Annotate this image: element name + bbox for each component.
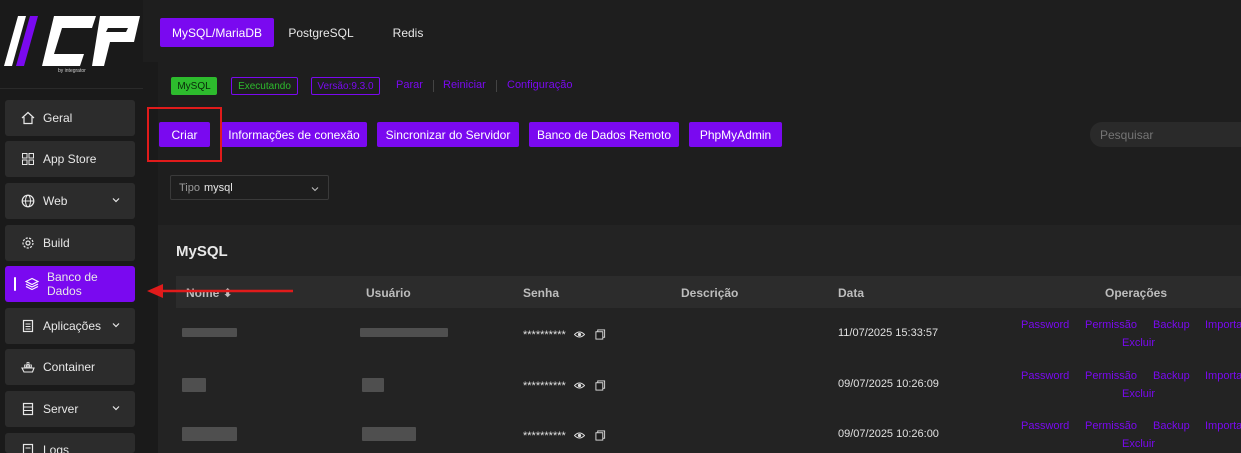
copy-icon[interactable] <box>595 329 606 340</box>
import-link[interactable]: Importar <box>1205 420 1241 432</box>
row-date: 11/07/2025 15:33:57 <box>838 327 939 339</box>
document-icon <box>21 319 35 333</box>
password-mask: ********** <box>523 329 566 341</box>
globe-icon <box>21 194 35 208</box>
connection-info-button[interactable]: Informações de conexão <box>221 122 367 147</box>
sidebar-item-build[interactable]: Build <box>5 225 135 261</box>
type-select-value: mysql <box>204 181 233 194</box>
eye-icon[interactable] <box>574 329 585 340</box>
type-select[interactable]: Tipo mysql <box>170 175 329 200</box>
annotation-arrow <box>147 284 293 298</box>
copy-icon[interactable] <box>595 380 606 391</box>
password-mask: ********** <box>523 430 566 442</box>
configuration-link[interactable]: Configuração <box>507 79 572 91</box>
sidebar-item-label: Build <box>43 236 70 250</box>
delete-link[interactable]: Excluir <box>1122 337 1155 349</box>
version-badge: Versão:9.3.0 <box>311 77 380 95</box>
redacted-user <box>362 378 384 392</box>
password-link[interactable]: Password <box>1021 420 1069 432</box>
create-highlight-box <box>147 107 222 162</box>
eye-icon[interactable] <box>574 380 585 391</box>
chevron-down-icon <box>311 187 319 192</box>
redacted-user <box>360 328 448 337</box>
sidebar-item-label: Geral <box>43 111 73 125</box>
backup-link[interactable]: Backup <box>1153 420 1190 432</box>
sidebar-item-label: Banco de Dados <box>47 270 98 298</box>
column-header-description: Descrição <box>681 286 739 300</box>
sidebar-item-server[interactable]: Server <box>5 391 135 427</box>
sync-from-server-button[interactable]: Sincronizar do Servidor <box>377 122 519 147</box>
sidebar-item-label: Aplicações <box>43 319 102 333</box>
tab-mysql-mariadb[interactable]: MySQL/MariaDB <box>160 18 274 47</box>
redacted-user <box>362 427 416 441</box>
copy-icon[interactable] <box>595 430 606 441</box>
chevron-down-icon <box>112 323 120 328</box>
redacted-name <box>182 328 237 337</box>
sidebar-item-geral[interactable]: Geral <box>5 100 135 136</box>
redacted-name <box>182 427 237 441</box>
password-mask: ********** <box>523 380 566 392</box>
eye-icon[interactable] <box>574 430 585 441</box>
active-indicator <box>14 277 16 291</box>
permission-link[interactable]: Permissão <box>1085 319 1137 331</box>
tab-redis[interactable]: Redis <box>372 18 444 47</box>
search-input[interactable] <box>1090 122 1241 147</box>
home-icon <box>21 111 35 125</box>
database-icon <box>25 277 39 291</box>
sidebar-item-logs[interactable]: Logs <box>5 433 135 453</box>
password-link[interactable]: Password <box>1021 319 1069 331</box>
logs-icon <box>21 443 35 453</box>
password-link[interactable]: Password <box>1021 370 1069 382</box>
icp-logo: by integrator <box>4 16 140 74</box>
sidebar-item-label: Web <box>43 194 68 208</box>
column-header-operations: Operações <box>1105 286 1168 300</box>
type-select-label: Tipo <box>179 181 200 194</box>
database-table-panel <box>158 225 1241 453</box>
sidebar-item-container[interactable]: Container <box>5 349 135 385</box>
row-date: 09/07/2025 10:26:00 <box>838 428 939 440</box>
link-separator <box>496 80 497 92</box>
gear-icon <box>21 236 35 250</box>
server-icon <box>21 402 35 416</box>
sidebar-item-label: Logs <box>43 443 70 453</box>
import-link[interactable]: Importar <box>1205 370 1241 382</box>
sidebar-item-app-store[interactable]: App Store <box>5 141 135 177</box>
backup-link[interactable]: Backup <box>1153 370 1190 382</box>
permission-link[interactable]: Permissão <box>1085 370 1137 382</box>
sidebar-item-label: Server <box>43 402 79 416</box>
service-badge: MySQL <box>171 77 217 95</box>
restart-link[interactable]: Reiniciar <box>443 79 486 91</box>
remote-database-button[interactable]: Banco de Dados Remoto <box>529 122 679 147</box>
link-separator <box>433 80 434 92</box>
logo-subtitle: by integrator <box>58 68 86 74</box>
chevron-down-icon <box>112 406 120 411</box>
column-header-user: Usuário <box>366 286 411 300</box>
import-link[interactable]: Importar <box>1205 319 1241 331</box>
row-date: 09/07/2025 10:26:09 <box>838 378 939 390</box>
phpmyadmin-button[interactable]: PhpMyAdmin <box>689 122 782 147</box>
delete-link[interactable]: Excluir <box>1122 438 1155 450</box>
stop-link[interactable]: Parar <box>396 79 423 91</box>
sidebar-item-label: App Store <box>43 152 97 166</box>
sidebar-divider <box>0 88 143 89</box>
grid-icon <box>21 152 35 166</box>
column-header-date: Data <box>838 286 865 300</box>
status-badge: Executando <box>231 77 298 95</box>
sidebar-item-label: Container <box>43 360 96 374</box>
redacted-name <box>182 378 206 392</box>
column-header-password: Senha <box>523 286 560 300</box>
chevron-down-icon <box>112 198 120 203</box>
container-icon <box>21 360 35 374</box>
panel-title: MySQL <box>176 243 228 260</box>
permission-link[interactable]: Permissão <box>1085 420 1137 432</box>
backup-link[interactable]: Backup <box>1153 319 1190 331</box>
sidebar-item-aplicacoes[interactable]: Aplicações <box>5 308 135 344</box>
sidebar-item-banco-de-dados[interactable]: Banco de Dados <box>5 266 135 302</box>
tab-postgresql[interactable]: PostgreSQL <box>278 18 364 47</box>
sidebar-item-web[interactable]: Web <box>5 183 135 219</box>
delete-link[interactable]: Excluir <box>1122 388 1155 400</box>
